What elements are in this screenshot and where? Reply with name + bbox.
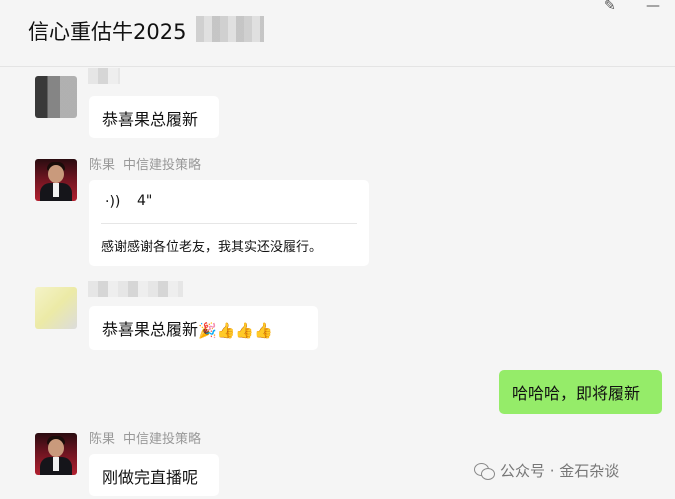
watermark-text: 公众号 · 金石杂谈	[500, 462, 620, 480]
self-message-bubble[interactable]: 哈哈哈，即将履新	[499, 370, 662, 414]
chat-header: 信心重估牛2025 ✎ —	[0, 0, 675, 67]
redacted-title-suffix	[196, 16, 264, 42]
avatar-shirt	[53, 457, 59, 471]
minimize-icon[interactable]: —	[646, 0, 660, 14]
voice-wave-icon: ·))	[105, 194, 121, 210]
voice-transcript: 感谢感谢各位老友，我其实还没履行。	[101, 240, 323, 255]
divider	[101, 223, 357, 224]
avatar[interactable]	[35, 287, 77, 329]
message-content: 恭喜果总履新🎉👍👍👍	[102, 316, 273, 340]
message-text: 刚做完直播呢	[102, 468, 199, 487]
message-bubble[interactable]: 刚做完直播呢	[89, 454, 219, 496]
redacted-sender-name	[88, 68, 120, 84]
voice-duration: 4"	[137, 193, 153, 209]
sender-name: 陈果	[89, 158, 116, 173]
avatar[interactable]	[35, 433, 77, 475]
wechat-icon	[474, 462, 495, 480]
sender-name: 陈果	[89, 432, 116, 447]
watermark: 公众号 · 金石杂谈	[474, 460, 619, 481]
avatar-head	[48, 165, 64, 183]
sender-org: 中信建投策略	[123, 432, 202, 447]
avatar-head	[48, 439, 64, 457]
voice-message-bubble[interactable]: ·)) 4" 感谢感谢各位老友，我其实还没履行。	[89, 180, 369, 266]
party-and-thumbs-up-emoji: 🎉👍👍👍	[198, 321, 273, 340]
message-text: 恭喜果总履新	[102, 320, 199, 339]
message-text: 恭喜果总履新	[102, 110, 199, 129]
redacted-sender-name	[88, 281, 183, 297]
chat-title: 信心重估牛2025	[28, 20, 187, 44]
sender-label: 陈果 中信建投策略	[89, 154, 201, 173]
message-bubble[interactable]: 恭喜果总履新🎉👍👍👍	[89, 306, 318, 350]
avatar[interactable]	[35, 76, 77, 118]
pin-icon[interactable]: ✎	[604, 0, 616, 14]
avatar-shirt	[53, 183, 59, 197]
sender-label: 陈果 中信建投策略	[89, 428, 201, 447]
message-bubble[interactable]: 恭喜果总履新	[89, 96, 219, 138]
avatar[interactable]	[35, 159, 77, 201]
message-text: 哈哈哈，即将履新	[512, 384, 641, 403]
sender-org: 中信建投策略	[123, 158, 202, 173]
